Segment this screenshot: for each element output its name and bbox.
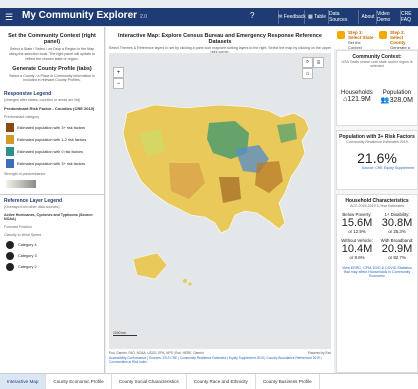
app-title: My Community Explorer 2.0 bbox=[22, 10, 147, 21]
about-button[interactable]: About bbox=[358, 10, 377, 24]
app-window: ☰ My Community Explorer 2.0 ? ✉ Feedback … bbox=[0, 0, 418, 389]
cre-faq-button[interactable]: CRE FAQ bbox=[400, 10, 418, 24]
wind-speed-label: Classify to Wind Speed bbox=[4, 233, 42, 238]
legend-item: Estimated population with 3+ risk factor… bbox=[6, 159, 98, 169]
table-button[interactable]: ▦ Table bbox=[304, 10, 329, 24]
step-1-badge bbox=[337, 31, 345, 39]
generate-profile-heading: Generate County Profile (tabs) bbox=[12, 65, 92, 72]
disability-percent: or 25.3% bbox=[388, 229, 406, 234]
alaska-inset bbox=[132, 252, 168, 280]
data-sources-button[interactable]: Data Sources bbox=[328, 10, 359, 24]
legend-item: Estimated population with 0 risk factors bbox=[6, 147, 98, 157]
tab-county-race-ethnicity[interactable]: County Race and Ethnicity bbox=[187, 374, 256, 389]
risk-factors-value: 21.6% bbox=[357, 150, 397, 166]
hurricane-layer-title: Active Hurricanes, Cyclones and Typhoons… bbox=[4, 213, 94, 222]
left-panel: Set the Community Context (right panel) … bbox=[0, 27, 105, 373]
responsive-legend-title: Responsive Legend bbox=[4, 91, 52, 98]
population-stat: Population 👥328.0M bbox=[380, 90, 413, 104]
people-icon: 👥 bbox=[380, 97, 390, 104]
with-broadband-value: 20.9M bbox=[381, 243, 413, 255]
below-poverty-stat: Below Poverty: 15.6M or 12.9% bbox=[337, 212, 377, 234]
risk-factors-subtitle: Community Resilience Estimates 2019 bbox=[346, 140, 408, 144]
predominant-category-label: Predominant category bbox=[4, 115, 40, 120]
tab-county-business-profile[interactable]: County Business Profile bbox=[256, 374, 320, 389]
map-panel: Interactive Map: Explore Census Bureau a… bbox=[106, 27, 334, 373]
reference-legend-subtitle: (Overlays from other data sources) bbox=[4, 205, 60, 210]
responsive-legend-subtitle: (changes after states, counties or areas… bbox=[4, 98, 81, 103]
map-scale-bar: 1000 km bbox=[113, 331, 137, 336]
feedback-button[interactable]: ✉ Feedback bbox=[278, 10, 306, 24]
hawaii-island bbox=[183, 279, 187, 283]
households-stat: Households ⌂121.9M bbox=[341, 90, 373, 103]
step-1-select-state[interactable]: Step 1: Select State Set the Context bbox=[334, 27, 376, 50]
bottom-tab-bar: Interactive Map County Economic Profile … bbox=[0, 373, 418, 389]
below-poverty-percent: or 12.9% bbox=[348, 229, 366, 234]
map-footer-links[interactable]: Accessibility Conformance | Sources: 201… bbox=[109, 356, 331, 364]
legend-item: Estimated population with 1-2 risk facto… bbox=[6, 135, 98, 145]
right-panel: Community Context: USA Totals shown unti… bbox=[336, 50, 418, 373]
legend-item: Estimated population with 3+ risk factor… bbox=[6, 123, 98, 133]
zoom-in-button[interactable]: + bbox=[113, 67, 124, 78]
context-heading: Set the Community Context (right panel) bbox=[8, 33, 96, 45]
legend-swatch bbox=[6, 147, 14, 157]
strength-gradient bbox=[6, 180, 36, 189]
home-icon[interactable]: ⌂ bbox=[302, 68, 313, 79]
disability-stat: 1+ Disability: 30.8M or 25.3% bbox=[377, 212, 417, 234]
step-2-select-county[interactable]: Step 2: Select CountyGenerate a Profile bbox=[376, 27, 418, 55]
hurricane-symbol-item: Category 4 bbox=[6, 241, 98, 250]
map-source-text: Esri, Garmin, FAO, NOAA, USGS, EPA, NPS … bbox=[109, 351, 204, 355]
video-demo-button[interactable]: Video Demo bbox=[376, 10, 401, 24]
reference-legend-title: Reference Layer Legend bbox=[4, 198, 63, 205]
risk-factors-card: Population with 3+ Risk Factors Communit… bbox=[336, 130, 418, 190]
generate-profile-text: Select a County / a Place in Community i… bbox=[9, 73, 95, 83]
step-indicator: Step 1: Select State Set the Context Step… bbox=[334, 27, 418, 55]
hurricane-symbol-item: Category 2 bbox=[6, 263, 98, 272]
household-note-link[interactable]: View ERRC, CPM, EDD & COVID Statistics t… bbox=[340, 266, 414, 278]
map-title: Interactive Map: Explore Census Bureau a… bbox=[118, 33, 322, 45]
with-broadband-stat: With Broadband: 20.9M or 82.7% bbox=[377, 238, 417, 260]
with-broadband-percent: or 82.7% bbox=[388, 255, 406, 260]
step-2-badge bbox=[379, 31, 387, 39]
household-characteristics-subtitle: ACS 2015-2019 5-Year Estimates bbox=[350, 204, 404, 208]
map-attribution: Esri, Garmin, FAO, NOAA, USGS, EPA, NPS … bbox=[109, 351, 331, 364]
search-icon[interactable]: ⌕ bbox=[302, 57, 313, 68]
without-vehicle-value: 10.4M bbox=[341, 243, 373, 255]
legend-swatch bbox=[6, 159, 14, 169]
top-navigation-bar: ☰ My Community Explorer 2.0 ? ✉ Feedback … bbox=[0, 8, 418, 26]
hurricane-icon bbox=[6, 263, 14, 272]
menu-icon[interactable]: ☰ bbox=[0, 8, 18, 26]
tab-county-social-characteristics[interactable]: County Social Characteristics bbox=[112, 374, 187, 389]
legend-swatch bbox=[6, 135, 14, 145]
below-poverty-value: 15.6M bbox=[341, 217, 373, 229]
layers-icon[interactable]: ≡ bbox=[313, 57, 324, 68]
risk-source-link[interactable]: Source: CRE Equity Supplement bbox=[337, 166, 414, 170]
strength-title: Strength of predominance bbox=[4, 172, 46, 177]
community-context-subtitle: USA Totals shown until state and/or regi… bbox=[341, 60, 413, 68]
hurricane-icon bbox=[6, 241, 14, 250]
without-vehicle-stat: Without Vehicle: 10.4M or 8.6% bbox=[337, 238, 377, 260]
forecast-position-label: Forecast Position bbox=[4, 225, 32, 230]
household-characteristics-card: Household Characteristics ACS 2015-2019 … bbox=[336, 194, 418, 373]
legend-swatch bbox=[6, 123, 14, 133]
context-instructions: Select a State / Select / on Drop a Regi… bbox=[8, 47, 96, 61]
interactive-map[interactable]: + − ⌕ ≡ ⌂ 1000 km bbox=[109, 53, 331, 349]
zoom-out-button[interactable]: − bbox=[113, 78, 124, 89]
powered-by-text: Powered by Esri bbox=[307, 351, 331, 355]
tab-interactive-map[interactable]: Interactive Map bbox=[0, 374, 47, 389]
us-county-map[interactable] bbox=[109, 53, 331, 349]
help-icon[interactable]: ? bbox=[250, 11, 254, 20]
hurricane-symbol-item: Category 3 bbox=[6, 252, 98, 261]
tab-county-economic-profile[interactable]: County Economic Profile bbox=[46, 374, 112, 389]
predominant-risk-title: Predominant Risk Factor - Counties (CRE … bbox=[4, 106, 95, 112]
hurricane-icon bbox=[6, 252, 14, 261]
disability-value: 30.8M bbox=[381, 217, 413, 229]
community-context-card: Community Context: USA Totals shown unti… bbox=[336, 50, 418, 126]
hawaii-island bbox=[188, 282, 192, 286]
without-vehicle-percent: or 8.6% bbox=[349, 255, 365, 260]
